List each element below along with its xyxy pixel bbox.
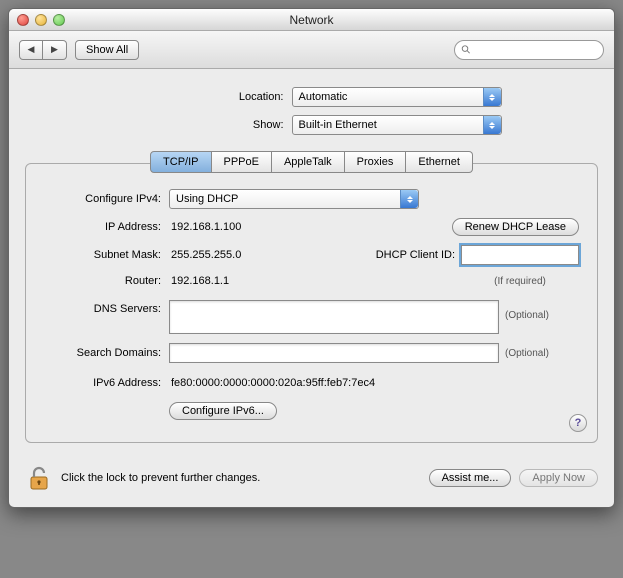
dhcp-client-id-input[interactable] xyxy=(461,245,579,265)
tab-ethernet[interactable]: Ethernet xyxy=(406,151,473,173)
ip-address-label: IP Address: xyxy=(44,221,169,233)
tcpip-panel: Configure IPv4: Using DHCP IP Address: 1… xyxy=(25,163,598,443)
search-domains-input[interactable] xyxy=(169,343,499,363)
router-label: Router: xyxy=(44,275,169,287)
assist-button[interactable]: Assist me... xyxy=(429,469,512,487)
window-title: Network xyxy=(9,13,614,27)
configure-ipv6-row: Configure IPv6... xyxy=(44,400,579,422)
tabs: TCP/IPPPPoEAppleTalkProxiesEthernet xyxy=(25,151,598,173)
ip-address-value: 192.168.1.100 xyxy=(169,221,241,233)
content: Location: Automatic Show: Built-in Ether… xyxy=(9,69,614,457)
search-icon xyxy=(461,44,471,55)
forward-button[interactable]: ▶ xyxy=(43,40,67,60)
dns-row: DNS Servers: (Optional) xyxy=(44,300,579,334)
dhcp-client-id-hint: (If required) xyxy=(461,276,579,287)
tab-proxies[interactable]: Proxies xyxy=(345,151,407,173)
window-controls xyxy=(17,14,65,26)
ipv6-value: fe80:0000:0000:0000:020a:95ff:feb7:7ec4 xyxy=(169,377,375,389)
dropdown-arrows-icon xyxy=(400,190,418,208)
tab-tcpip[interactable]: TCP/IP xyxy=(150,151,211,173)
dns-hint: (Optional) xyxy=(499,300,549,321)
minimize-icon[interactable] xyxy=(35,14,47,26)
renew-dhcp-button[interactable]: Renew DHCP Lease xyxy=(452,218,579,236)
nav-buttons: ◀ ▶ xyxy=(19,40,67,60)
help-button[interactable]: ? xyxy=(569,414,587,432)
zoom-icon[interactable] xyxy=(53,14,65,26)
back-button[interactable]: ◀ xyxy=(19,40,43,60)
show-select[interactable]: Built-in Ethernet xyxy=(292,115,502,135)
router-value: 192.168.1.1 xyxy=(169,275,229,287)
configure-ipv4-label: Configure IPv4: xyxy=(44,193,169,205)
search-domains-row: Search Domains: (Optional) xyxy=(44,342,579,364)
dropdown-arrows-icon xyxy=(483,116,501,134)
subnet-label: Subnet Mask: xyxy=(44,249,169,261)
ip-address-row: IP Address: 192.168.1.100 Renew DHCP Lea… xyxy=(44,216,579,238)
show-row: Show: Built-in Ethernet xyxy=(25,115,598,135)
toolbar: ◀ ▶ Show All xyxy=(9,31,614,69)
location-label: Location: xyxy=(122,91,292,103)
location-value: Automatic xyxy=(299,91,348,103)
show-label: Show: xyxy=(122,119,292,131)
ipv6-row: IPv6 Address: fe80:0000:0000:0000:020a:9… xyxy=(44,372,579,394)
lock-icon[interactable] xyxy=(25,465,53,491)
subnet-value: 255.255.255.0 xyxy=(169,249,279,261)
configure-ipv4-row: Configure IPv4: Using DHCP xyxy=(44,188,579,210)
location-select[interactable]: Automatic xyxy=(292,87,502,107)
router-row: Router: 192.168.1.1 (If required) xyxy=(44,270,579,292)
show-all-button[interactable]: Show All xyxy=(75,40,139,60)
network-prefs-window: Network ◀ ▶ Show All Location: Automatic… xyxy=(8,8,615,508)
tab-appletalk[interactable]: AppleTalk xyxy=(272,151,345,173)
dropdown-arrows-icon xyxy=(483,88,501,106)
dns-label: DNS Servers: xyxy=(44,300,169,315)
show-value: Built-in Ethernet xyxy=(299,119,377,131)
lock-text: Click the lock to prevent further change… xyxy=(61,472,260,484)
apply-now-button[interactable]: Apply Now xyxy=(519,469,598,487)
dhcp-client-id-label: DHCP Client ID: xyxy=(376,249,461,261)
dns-servers-input[interactable] xyxy=(169,300,499,334)
close-icon[interactable] xyxy=(17,14,29,26)
configure-ipv4-value: Using DHCP xyxy=(176,193,238,205)
search-field[interactable] xyxy=(454,40,604,60)
configure-ipv4-select[interactable]: Using DHCP xyxy=(169,189,419,209)
search-domains-hint: (Optional) xyxy=(499,348,549,359)
titlebar: Network xyxy=(9,9,614,31)
subnet-row: Subnet Mask: 255.255.255.0 DHCP Client I… xyxy=(44,244,579,266)
footer: Click the lock to prevent further change… xyxy=(9,457,614,507)
tab-pppoe[interactable]: PPPoE xyxy=(212,151,272,173)
location-row: Location: Automatic xyxy=(25,87,598,107)
search-input[interactable] xyxy=(475,44,597,56)
search-domains-label: Search Domains: xyxy=(44,347,169,359)
configure-ipv6-button[interactable]: Configure IPv6... xyxy=(169,402,277,420)
ipv6-label: IPv6 Address: xyxy=(44,377,169,389)
